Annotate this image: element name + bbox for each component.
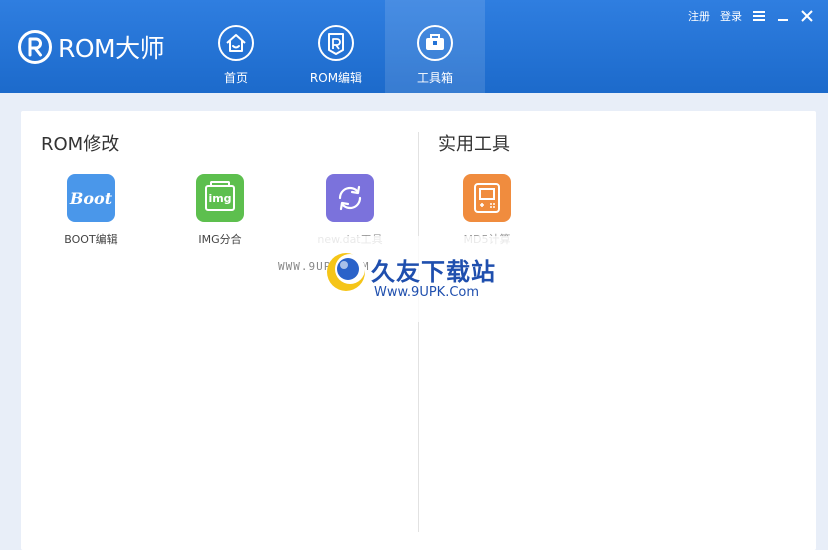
rom-logo-icon — [18, 30, 52, 64]
section-rom-title: ROM修改 — [41, 134, 120, 155]
toolbox-icon — [417, 25, 453, 61]
watermark-site-name: 久友下载站 — [371, 258, 496, 286]
calculator-icon — [463, 174, 511, 222]
watermark-site-url: Www.9UPK.Com — [374, 285, 480, 300]
app-logo: ROM大师 — [18, 29, 165, 65]
img-icon: img — [196, 174, 244, 222]
watermark-logo-icon — [327, 253, 365, 291]
title-bar: ROM大师 首页 ROM编辑 工具箱 注册 登录 — [0, 0, 828, 93]
close-icon[interactable] — [800, 9, 814, 23]
login-link[interactable]: 登录 — [720, 8, 742, 24]
tool-boot-edit[interactable]: Boot BOOT编辑 — [41, 174, 141, 247]
minimize-icon[interactable] — [776, 9, 790, 23]
boot-icon-text: Boot — [69, 188, 113, 208]
window-controls: 注册 登录 — [688, 8, 814, 24]
rom-edit-icon — [318, 25, 354, 61]
nav-home[interactable]: 首页 — [186, 0, 286, 93]
section-divider — [418, 132, 419, 532]
tool-boot-label: BOOT编辑 — [64, 233, 118, 246]
register-link[interactable]: 注册 — [688, 8, 710, 24]
section-utils-title: 实用工具 — [438, 134, 510, 155]
content-panel: ROM修改 实用工具 Boot BOOT编辑 img IMG分合 new.dat… — [21, 111, 816, 550]
boot-icon: Boot — [67, 174, 115, 222]
nav-toolbox-label: 工具箱 — [416, 71, 453, 85]
nav-home-label: 首页 — [223, 71, 248, 85]
app-name: ROM大师 — [58, 34, 165, 63]
home-icon — [218, 25, 254, 61]
nav-toolbox[interactable]: 工具箱 — [385, 0, 485, 93]
nav-rom-edit[interactable]: ROM编辑 — [286, 0, 386, 93]
watermark: WWW.9UPK.COM 久友下载站 Www.9UPK.Com — [278, 236, 528, 322]
nav-rom-edit-label: ROM编辑 — [309, 71, 363, 85]
tool-img-split[interactable]: img IMG分合 — [170, 174, 270, 247]
img-icon-text: img — [208, 191, 232, 205]
tool-img-label: IMG分合 — [198, 233, 242, 246]
menu-icon[interactable] — [752, 9, 766, 23]
refresh-icon — [326, 174, 374, 222]
